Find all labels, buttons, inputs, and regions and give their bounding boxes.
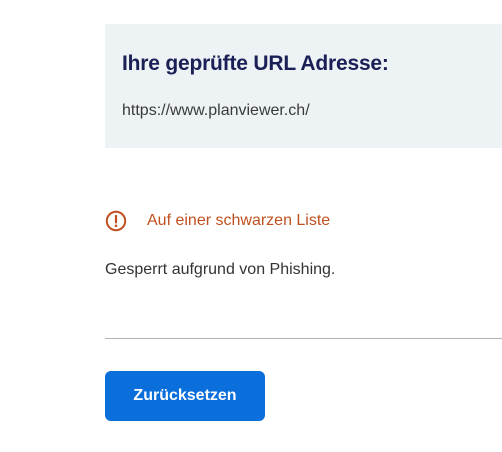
checked-url-panel: Ihre geprüfte URL Adresse: https://www.p… <box>105 24 502 148</box>
blacklist-status: Auf einer schwarzen Liste <box>105 209 330 233</box>
checked-url-title: Ihre geprüfte URL Adresse: <box>122 52 389 75</box>
warning-circle-icon <box>105 210 127 232</box>
blacklist-status-label: Auf einer schwarzen Liste <box>147 212 331 229</box>
divider <box>105 338 502 339</box>
block-reason: Gesperrt aufgrund von Phishing. <box>105 261 336 278</box>
reset-button[interactable]: Zurücksetzen <box>105 371 265 421</box>
checked-url-value: https://www.planviewer.ch/ <box>122 102 310 119</box>
